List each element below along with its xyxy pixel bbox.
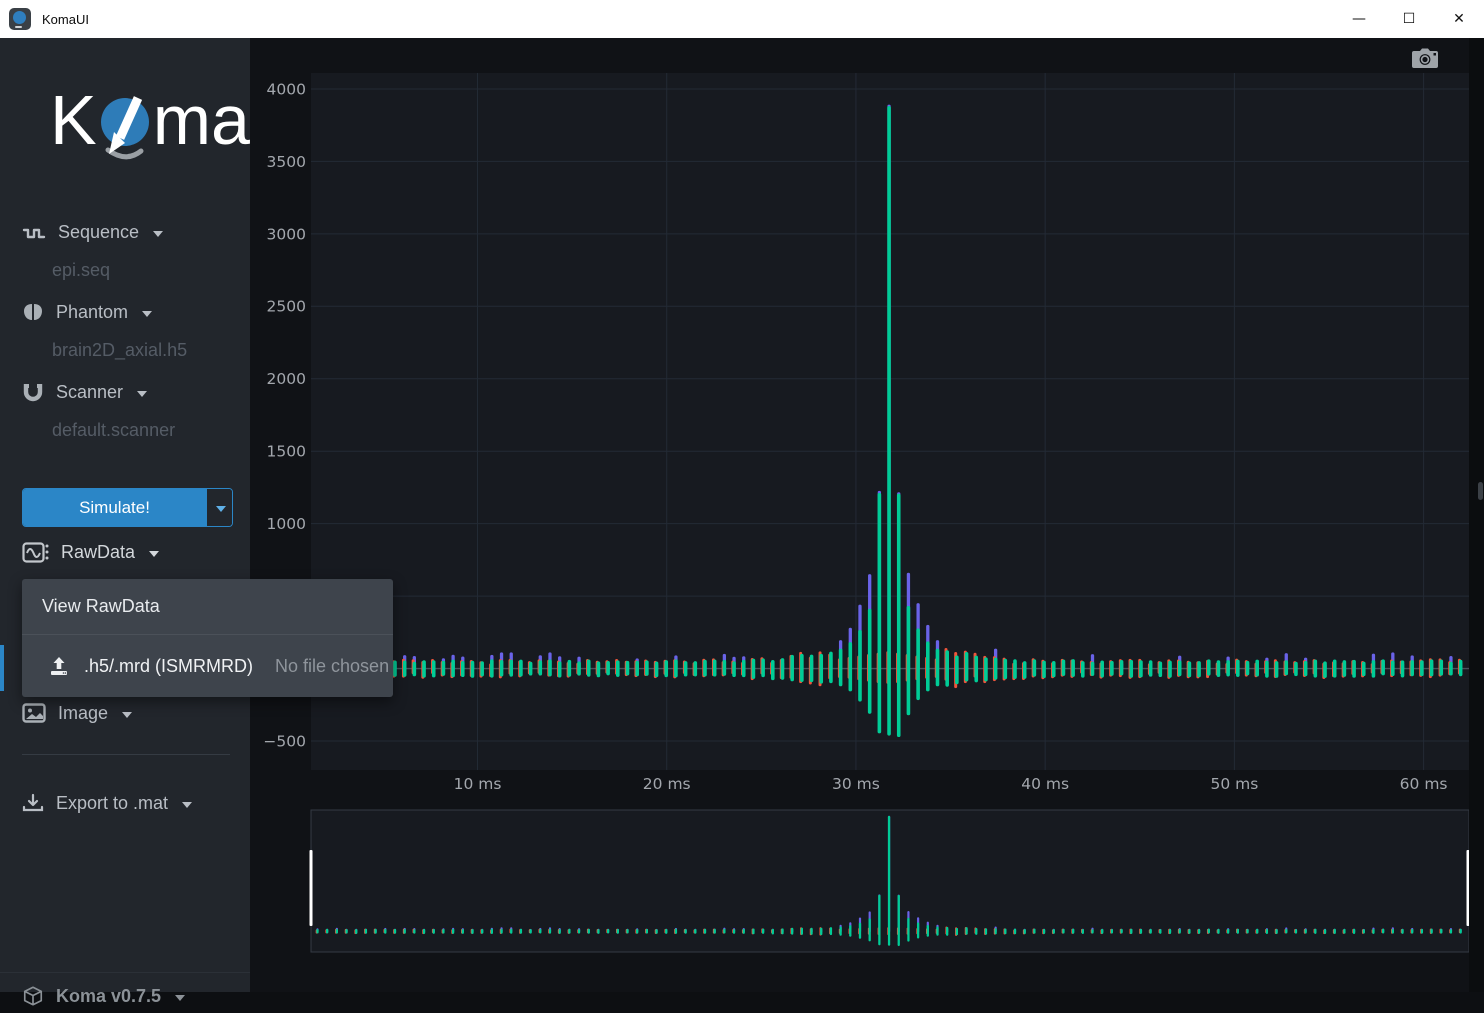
y-tick-label: 1000 — [267, 515, 306, 533]
simulate-dropdown-toggle[interactable] — [206, 489, 232, 526]
sidebar-item-sequence[interactable]: Sequence — [22, 215, 230, 249]
image-icon — [22, 703, 46, 723]
y-tick-label: 3500 — [267, 153, 306, 171]
sidebar-item-label: Koma v0.7.5 — [56, 986, 161, 1007]
window-controls: —☐✕ — [1334, 0, 1484, 38]
chevron-down-icon — [122, 712, 132, 718]
recon-button-edge[interactable] — [0, 645, 4, 691]
koma-logo: K ma — [50, 80, 250, 164]
app-icon — [9, 8, 31, 30]
chevron-down-icon — [137, 391, 147, 397]
scanner-file-label[interactable]: default.scanner — [52, 420, 175, 441]
y-tick-label: 2500 — [267, 298, 306, 316]
window-title: KomaUI — [42, 12, 89, 27]
range-slider-handle[interactable] — [310, 850, 313, 926]
sidebar-item-label: Image — [58, 703, 108, 724]
chevron-down-icon — [142, 311, 152, 317]
logo-letter-k: K — [50, 80, 97, 160]
signal-chart: 40003500300025002000150010005000−50010 m… — [250, 38, 1484, 992]
upload-format-label: .h5/.mrd (ISMRMRD) — [84, 656, 253, 677]
sidebar-item-rawdata[interactable]: RawData — [22, 535, 230, 569]
phantom-file-label[interactable]: brain2D_axial.h5 — [52, 340, 187, 361]
upload-icon — [48, 656, 70, 676]
chevron-down-icon — [175, 995, 185, 1001]
logo-globe-icon — [98, 86, 152, 164]
sidebar-item-phantom[interactable]: Phantom — [22, 295, 230, 329]
x-tick-label: 40 ms — [1021, 775, 1069, 793]
y-tick-label: 4000 — [267, 80, 306, 98]
x-tick-label: 10 ms — [454, 775, 502, 793]
sidebar-item-export-mat[interactable]: Export to .mat — [22, 786, 230, 820]
brain-icon — [22, 302, 44, 322]
sequence-file-label[interactable]: epi.seq — [52, 260, 110, 281]
y-tick-label: 2000 — [267, 370, 306, 388]
sidebar-item-image[interactable]: Image — [22, 696, 230, 730]
minimize-button[interactable]: — — [1334, 0, 1384, 38]
simulate-button-label[interactable]: Simulate! — [23, 489, 206, 526]
rawdata-dropdown-menu: View RawData .h5/.mrd (ISMRMRD) No file … — [22, 579, 393, 697]
plot-region: |S(t)|Re{S(t)}Im{S(t)} 40003500300025002… — [250, 38, 1484, 992]
title-bar: KomaUI —☐✕ — [0, 0, 1484, 38]
maximize-button[interactable]: ☐ — [1384, 0, 1434, 38]
x-tick-label: 50 ms — [1210, 775, 1258, 793]
scrollbar-thumb[interactable] — [1478, 482, 1483, 500]
file-chosen-status: No file chosen — [275, 656, 389, 677]
sidebar-divider — [22, 754, 230, 755]
sidebar-divider — [0, 972, 250, 973]
package-icon — [22, 985, 44, 1007]
x-tick-label: 30 ms — [832, 775, 880, 793]
logo-letter-ma: ma — [153, 80, 250, 160]
right-gutter — [1469, 38, 1484, 992]
chevron-down-icon — [216, 506, 226, 512]
y-tick-label: 1500 — [267, 443, 306, 461]
chevron-down-icon — [149, 551, 159, 557]
chevron-down-icon — [182, 802, 192, 808]
simulate-button[interactable]: Simulate! — [22, 488, 233, 527]
sidebar-item-label: RawData — [61, 542, 135, 563]
y-tick-label: 3000 — [267, 225, 306, 243]
y-tick-label: −500 — [263, 732, 306, 750]
sidebar-item-label: Scanner — [56, 382, 123, 403]
close-button[interactable]: ✕ — [1434, 0, 1484, 38]
sidebar-item-label: Phantom — [56, 302, 128, 323]
sidebar-item-version[interactable]: Koma v0.7.5 — [22, 979, 230, 1013]
sidebar-item-label: Export to .mat — [56, 793, 168, 814]
sidebar: K ma Sequence epi.seq Phantom brain2D_ax… — [0, 38, 250, 992]
chevron-down-icon — [153, 231, 163, 237]
app-icon-base — [15, 26, 22, 28]
oscilloscope-icon — [22, 542, 49, 563]
sidebar-item-label: Sequence — [58, 222, 139, 243]
pulse-sequence-icon — [22, 223, 46, 241]
rawdata-upload-item[interactable]: .h5/.mrd (ISMRMRD) No file chosen — [22, 635, 393, 697]
magnet-icon — [22, 382, 44, 402]
view-rawdata-menu-item[interactable]: View RawData — [22, 579, 393, 634]
app-icon-globe — [13, 11, 26, 24]
sidebar-item-scanner[interactable]: Scanner — [22, 375, 230, 409]
x-tick-label: 20 ms — [643, 775, 691, 793]
download-icon — [22, 793, 44, 813]
x-tick-label: 60 ms — [1400, 775, 1448, 793]
